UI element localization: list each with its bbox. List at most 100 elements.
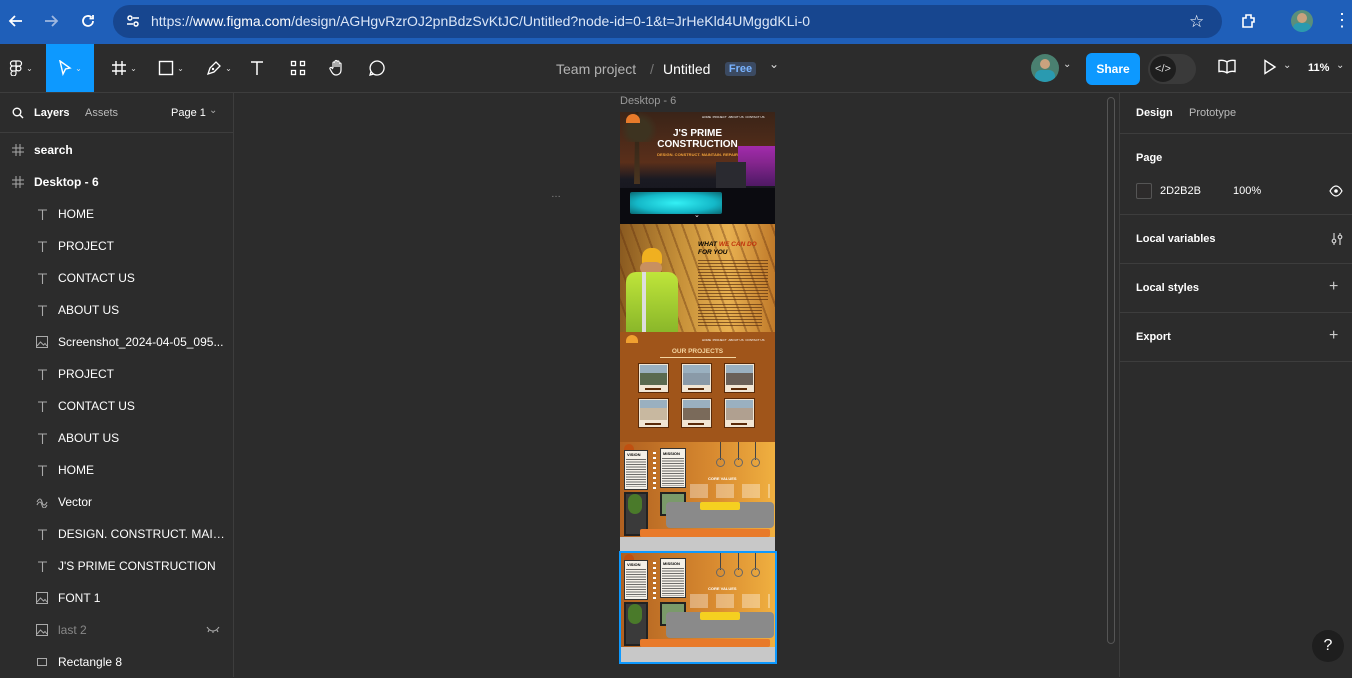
page-chevron-icon[interactable]: ⌄	[209, 105, 217, 116]
page-selector[interactable]: Page 1	[171, 107, 206, 119]
layer-row[interactable]: CONTACT US	[0, 390, 234, 422]
plant	[628, 494, 642, 514]
project-photo	[640, 400, 667, 420]
library-icon[interactable]	[1217, 58, 1237, 81]
extensions-icon[interactable]	[1239, 11, 1259, 31]
project-card	[681, 363, 712, 393]
tab-prototype[interactable]: Prototype	[1189, 107, 1236, 119]
page-color-swatch[interactable]	[1136, 183, 1152, 199]
layer-row[interactable]: Screenshot_2024-04-05_095...	[0, 326, 234, 358]
project-caption	[731, 423, 747, 425]
tab-assets[interactable]: Assets	[85, 107, 118, 119]
hand-tool-button[interactable]	[325, 44, 349, 92]
add-style-icon[interactable]: +	[1329, 278, 1338, 296]
present-chevron-icon[interactable]: ⌄	[1283, 60, 1291, 71]
site-settings-icon[interactable]	[125, 13, 141, 34]
dev-mode-toggle[interactable]: </>	[1148, 54, 1196, 84]
tab-design[interactable]: Design	[1136, 107, 1173, 119]
reload-icon[interactable]	[78, 11, 98, 31]
pendant-lamps	[716, 442, 766, 470]
profile-avatar[interactable]	[1291, 10, 1313, 32]
layer-row[interactable]: PROJECT	[0, 358, 234, 390]
layer-label: last 2	[58, 623, 87, 637]
layer-row[interactable]: CONTACT US	[0, 262, 234, 294]
local-variables-label: Local variables	[1136, 233, 1216, 245]
user-avatar[interactable]	[1031, 54, 1059, 82]
present-play-icon[interactable]	[1263, 59, 1277, 80]
move-tool-button[interactable]: ⌄	[46, 44, 94, 92]
text-tool-button[interactable]	[245, 44, 269, 92]
tab-layers[interactable]: Layers	[34, 107, 69, 119]
bookmark-star-icon[interactable]: ☆	[1189, 12, 1204, 32]
search-icon[interactable]	[12, 106, 24, 124]
shape-tool-button[interactable]: ⌄	[152, 44, 190, 92]
layer-row[interactable]: ABOUT US	[0, 294, 234, 326]
page-opacity[interactable]: 100%	[1233, 185, 1261, 197]
avatar-chevron-icon[interactable]: ⌄	[1063, 59, 1071, 70]
frame-tool-button[interactable]: ⌄	[105, 44, 143, 92]
resources-button[interactable]	[286, 44, 310, 92]
main-menu-button[interactable]: ⌄	[4, 44, 38, 92]
frame-icon	[12, 144, 24, 156]
layer-label: search	[34, 143, 73, 157]
pen-icon	[207, 61, 222, 76]
plan-badge: Free	[725, 62, 756, 76]
layer-row[interactable]: FONT 1	[0, 582, 234, 614]
zoom-level[interactable]: 11%	[1308, 62, 1329, 74]
pen-tool-button[interactable]: ⌄	[200, 44, 238, 92]
sofa-cushions	[700, 502, 740, 510]
layer-row[interactable]: J'S PRIME CONSTRUCTION	[0, 550, 234, 582]
layer-label: CONTACT US	[58, 271, 135, 285]
local-variables-section[interactable]: Local variables	[1120, 215, 1352, 264]
layer-row[interactable]: Desktop - 6	[0, 166, 234, 198]
file-menu-chevron-icon[interactable]: ⌄	[769, 57, 779, 71]
canvas-scrollbar[interactable]	[1107, 97, 1115, 644]
text-icon	[36, 400, 48, 412]
layer-label: HOME	[58, 207, 94, 221]
projects-section: HOME PROJECT ABOUT US CONTACT US OUR PRO…	[620, 332, 775, 442]
local-styles-section[interactable]: Local styles +	[1120, 264, 1352, 313]
layer-row[interactable]: DESIGN. CONSTRUCT. MAIN...	[0, 518, 234, 550]
cursor-icon	[59, 60, 72, 76]
back-icon[interactable]	[6, 11, 26, 31]
zoom-chevron-icon[interactable]: ⌄	[1336, 60, 1344, 71]
variables-adjust-icon[interactable]	[1330, 232, 1344, 251]
page-color-hex[interactable]: 2D2B2B	[1160, 185, 1201, 197]
file-name[interactable]: Untitled	[663, 61, 710, 77]
projects-nav: HOME PROJECT ABOUT US CONTACT US	[702, 338, 765, 342]
layer-row[interactable]: HOME	[0, 454, 234, 486]
services-title: WHAT WE CAN DO FOR YOU	[698, 241, 757, 256]
address-bar[interactable]: https://www.figma.com/design/AGHgvRzrOJ2…	[113, 5, 1222, 38]
text-icon	[36, 464, 48, 476]
projects-title: OUR PROJECTS	[671, 348, 724, 355]
layer-row[interactable]: HOME	[0, 198, 234, 230]
comment-tool-button[interactable]	[365, 44, 389, 92]
add-export-icon[interactable]: +	[1329, 327, 1338, 345]
layer-row[interactable]: ABOUT US	[0, 422, 234, 454]
layer-row[interactable]: last 2	[0, 614, 234, 646]
forward-icon[interactable]	[41, 11, 61, 31]
team-name[interactable]: Team project	[556, 61, 636, 77]
layer-row[interactable]: PROJECT	[0, 230, 234, 262]
eye-icon[interactable]	[1329, 184, 1343, 202]
rectangle-icon	[36, 656, 48, 668]
frame-icon	[12, 176, 24, 188]
layer-row[interactable]: Vector	[0, 486, 234, 518]
project-caption	[688, 388, 704, 390]
page-section-title: Page	[1136, 152, 1163, 164]
breadcrumb-separator: /	[650, 61, 654, 77]
layer-row[interactable]: Rectangle 8	[0, 646, 234, 678]
browser-bar: https://www.figma.com/design/AGHgvRzrOJ2…	[0, 0, 1352, 44]
hidden-eye-icon[interactable]	[206, 623, 220, 637]
frame-label[interactable]: Desktop - 6	[620, 95, 676, 107]
export-section[interactable]: Export +	[1120, 313, 1352, 362]
help-button[interactable]: ?	[1312, 630, 1344, 662]
dark-building	[716, 162, 746, 188]
browser-menu-icon[interactable]: ⋮	[1333, 11, 1351, 29]
comment-icon	[369, 60, 385, 76]
layer-row[interactable]: search	[0, 134, 234, 166]
project-caption	[731, 388, 747, 390]
share-button[interactable]: Share	[1086, 53, 1140, 85]
text-icon	[36, 272, 48, 284]
right-panel-tabs: Design Prototype	[1120, 93, 1352, 134]
